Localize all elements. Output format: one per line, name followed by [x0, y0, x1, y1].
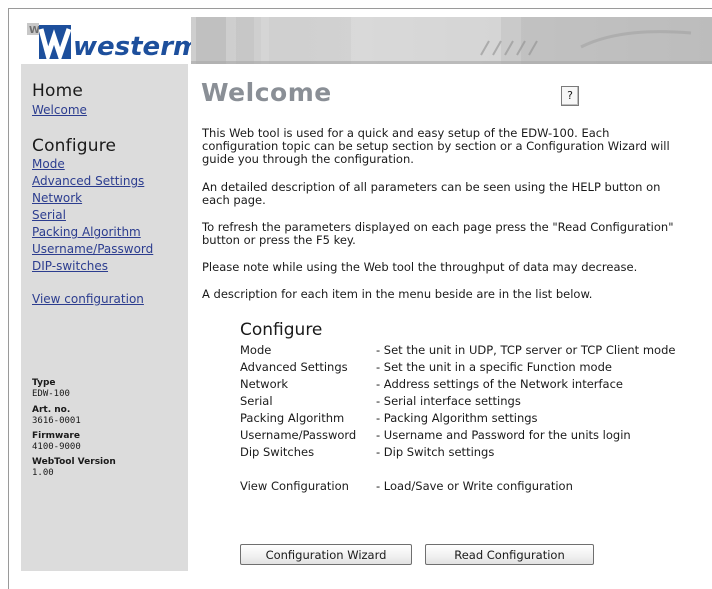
configure-section-heading: Configure: [240, 320, 323, 340]
logo-graphic: W westermo: [21, 17, 191, 64]
device-artno-value: 3616-0001: [32, 416, 81, 426]
configure-item-name: View Configuration: [240, 479, 349, 493]
sidebar-link-mode[interactable]: Mode: [32, 157, 65, 171]
sidebar-link-welcome[interactable]: Welcome: [32, 103, 87, 117]
configure-item-description: - Address settings of the Network interf…: [376, 377, 624, 391]
intro-paragraph: This Web tool is used for a quick and ea…: [202, 126, 670, 166]
sidebar-link-packing-algorithm[interactable]: Packing Algorithm: [32, 225, 141, 239]
logo-text: westermo: [73, 32, 191, 62]
sidebar-link-username-password[interactable]: Username/Password: [32, 242, 153, 256]
device-type-label: Type: [32, 378, 56, 388]
configuration-wizard-button[interactable]: Configuration Wizard: [240, 544, 412, 565]
read-configuration-button[interactable]: Read Configuration: [425, 544, 594, 565]
configure-item-description: - Set the unit in a specific Function mo…: [376, 360, 612, 374]
sidebar-link-serial[interactable]: Serial: [32, 208, 66, 222]
configure-item-description: - Serial interface settings: [376, 394, 521, 408]
sidebar-link-view-configuration[interactable]: View configuration: [32, 292, 144, 306]
throughput-note-paragraph: Please note while using the Web tool the…: [202, 260, 638, 274]
frame-top-line: [8, 8, 712, 9]
sidebar: Home Welcome Configure Mode Advanced Set…: [21, 64, 188, 571]
configure-item-name: Advanced Settings: [240, 360, 348, 374]
svg-text:W: W: [29, 25, 40, 36]
device-webtool-value: 1.00: [32, 468, 54, 478]
sidebar-configure-heading: Configure: [32, 136, 117, 156]
configure-item-name: Mode: [240, 343, 272, 357]
device-firmware-label: Firmware: [32, 431, 80, 441]
sidebar-link-advanced-settings[interactable]: Advanced Settings: [32, 174, 144, 188]
configure-item-description: - Username and Password for the units lo…: [376, 428, 631, 442]
westermo-logo: W westermo: [21, 17, 191, 64]
sidebar-link-dip-switches[interactable]: DIP-switches: [32, 259, 108, 273]
page-title: Welcome: [201, 78, 332, 107]
configure-item-description: - Load/Save or Write configuration: [376, 479, 573, 493]
device-webtool-label: WebTool Version: [32, 457, 116, 467]
device-type-value: EDW-100: [32, 389, 70, 399]
device-artno-label: Art. no.: [32, 405, 71, 415]
frame-left-line: [8, 8, 9, 589]
configure-item-description: - Set the unit in UDP, TCP server or TCP…: [376, 343, 676, 357]
menu-description-paragraph: A description for each item in the menu …: [202, 287, 593, 301]
configure-item-name: Packing Algorithm: [240, 411, 345, 425]
sidebar-link-network[interactable]: Network: [32, 191, 82, 205]
configure-item-description: - Packing Algorithm settings: [376, 411, 538, 425]
sidebar-home-heading: Home: [32, 81, 84, 101]
configure-item-description: - Dip Switch settings: [376, 445, 495, 459]
refresh-paragraph: To refresh the parameters displayed on e…: [202, 220, 674, 247]
configure-item-name: Serial: [240, 394, 273, 408]
help-button[interactable]: ?: [561, 86, 579, 106]
configure-item-name: Username/Password: [240, 428, 357, 442]
device-firmware-value: 4100-9000: [32, 442, 81, 452]
configure-item-name: Dip Switches: [240, 445, 315, 459]
configure-item-name: Network: [240, 377, 289, 391]
help-paragraph: An detailed description of all parameter…: [202, 180, 661, 207]
